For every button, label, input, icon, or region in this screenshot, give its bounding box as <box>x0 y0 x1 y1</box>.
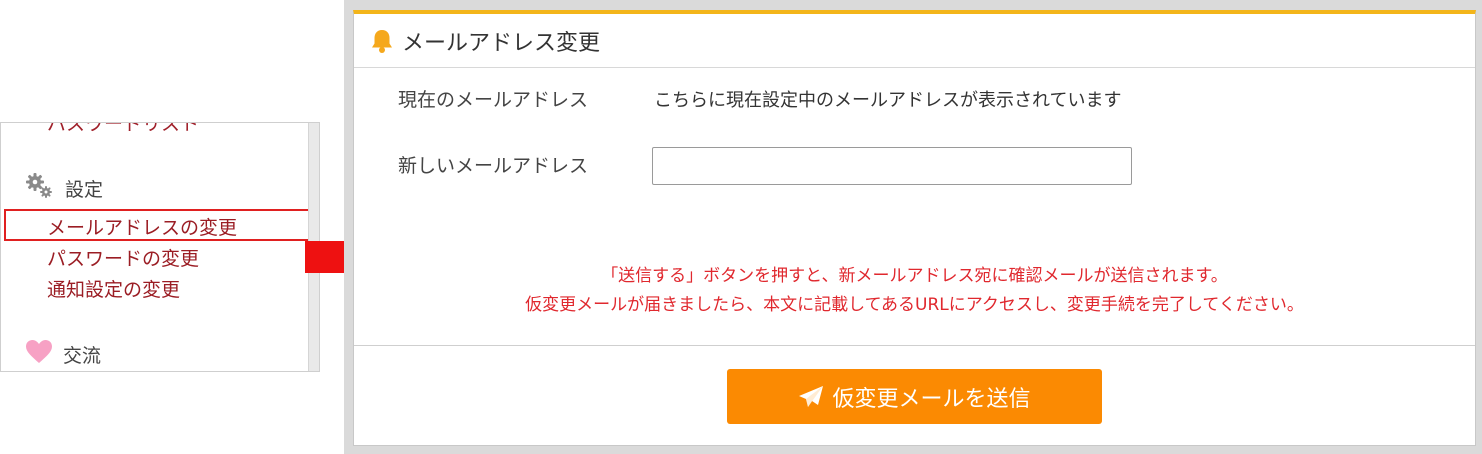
exchange-heading-label: 交流 <box>63 345 102 367</box>
current-email-value: こちらに現在設定中のメールアドレスが表示されています <box>654 90 1122 111</box>
send-provisional-email-button[interactable]: 仮変更メールを送信 <box>727 369 1102 424</box>
notice-line-2: 仮変更メールが届きましたら、本文に記載してあるURLにアクセスし、変更手続を完了… <box>525 295 1304 315</box>
panel-title: メールアドレス変更 <box>402 30 601 56</box>
current-email-label: 現在のメールアドレス <box>398 89 589 111</box>
settings-section-heading: 設定 <box>25 171 103 206</box>
sidebar-item-clipped[interactable]: パスワードリスト <box>47 123 199 136</box>
bell-icon <box>370 28 394 54</box>
footer-divider <box>354 345 1475 346</box>
panel-header: メールアドレス変更 <box>354 14 1475 68</box>
settings-heading-label: 設定 <box>65 179 104 201</box>
gears-icon <box>25 171 55 206</box>
sidebar-item-change-email[interactable]: メールアドレスの変更 <box>47 213 237 240</box>
paper-plane-icon <box>798 385 824 409</box>
email-change-panel: メールアドレス変更 現在のメールアドレス こちらに現在設定中のメールアドレスが表… <box>353 10 1476 446</box>
submit-button-label: 仮変更メールを送信 <box>832 386 1031 412</box>
notice-line-1: 「送信する」ボタンを押すと、新メールアドレス宛に確認メールが送信されます。 <box>601 266 1228 286</box>
heart-icon <box>25 339 53 370</box>
sidebar-item-change-notifications[interactable]: 通知設定の変更 <box>47 275 180 302</box>
sidebar-item-change-password[interactable]: パスワードの変更 <box>47 244 199 271</box>
exchange-section-heading: 交流 <box>25 339 101 370</box>
sidebar: パスワードリスト 設定 メールアドレスの変更 パスワードの変更 通知設定の変更 … <box>0 122 320 372</box>
new-email-input[interactable] <box>652 147 1132 185</box>
new-email-label: 新しいメールアドレス <box>398 155 589 177</box>
